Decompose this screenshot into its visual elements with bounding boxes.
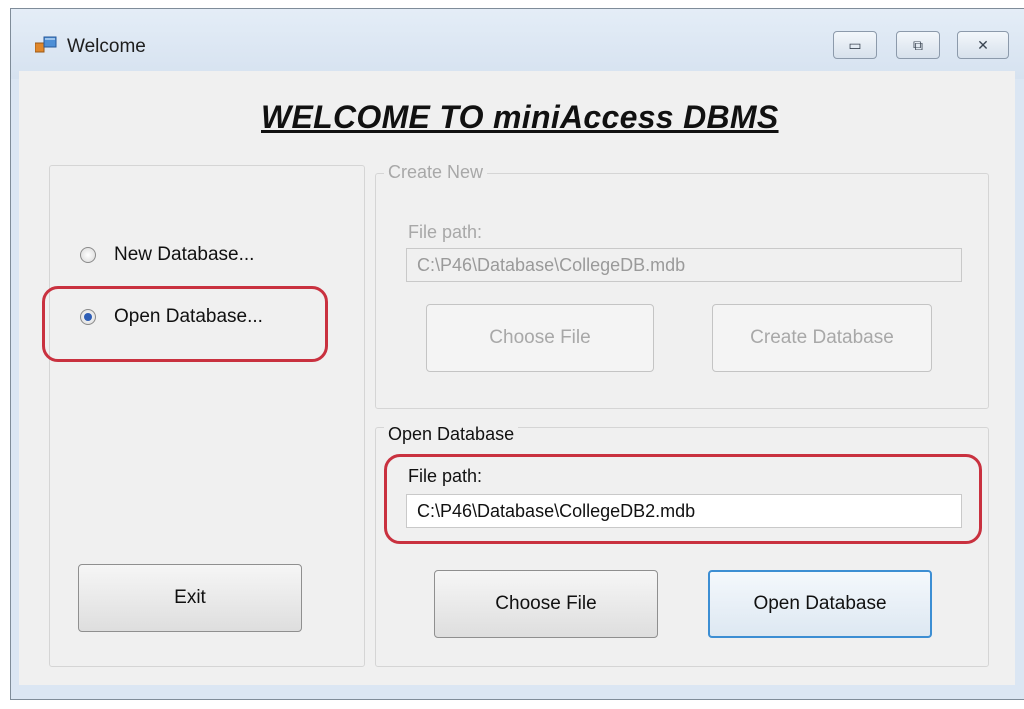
create-database-label: Create Database xyxy=(750,327,894,348)
open-database-group: Open Database File path: Choose File Ope… xyxy=(375,424,989,667)
create-file-path-label: File path: xyxy=(408,222,483,242)
create-database-button[interactable]: Create Database xyxy=(712,304,932,372)
exit-button-label: Exit xyxy=(174,587,206,608)
exit-button[interactable]: Exit xyxy=(78,564,302,632)
minimize-icon: ▭ xyxy=(848,36,862,53)
open-database-legend: Open Database xyxy=(384,424,519,445)
maximize-button[interactable]: ⧉ xyxy=(896,31,940,59)
create-new-group: Create New File path: Choose File Create… xyxy=(375,162,989,409)
app-icon xyxy=(35,36,57,53)
open-database-button-label: Open Database xyxy=(753,593,887,614)
welcome-heading: WELCOME TO miniAccess DBMS xyxy=(261,99,779,135)
close-button[interactable]: ✕ xyxy=(957,31,1009,59)
open-database-radio[interactable]: Open Database... xyxy=(80,306,263,328)
radio-checked-icon[interactable] xyxy=(80,309,96,325)
open-database-button[interactable]: Open Database xyxy=(708,570,932,638)
new-database-radio[interactable]: New Database... xyxy=(80,244,254,266)
title-bar[interactable]: Welcome ▭ ⧉ ✕ xyxy=(11,9,1024,79)
open-choose-file-button[interactable]: Choose File xyxy=(434,570,658,638)
options-panel: New Database... Open Database... Exit xyxy=(42,165,365,667)
radio-unchecked-icon[interactable] xyxy=(80,247,96,263)
new-database-label[interactable]: New Database... xyxy=(114,244,254,266)
client-area: WELCOME TO miniAccess DBMS New Database.… xyxy=(19,71,1015,685)
close-icon: ✕ xyxy=(977,36,989,53)
create-choose-file-label: Choose File xyxy=(489,327,591,348)
restore-icon: ⧉ xyxy=(913,36,923,53)
open-file-path-input[interactable] xyxy=(406,494,962,528)
window-title: Welcome xyxy=(67,36,146,57)
minimize-button[interactable]: ▭ xyxy=(833,31,877,59)
create-choose-file-button[interactable]: Choose File xyxy=(426,304,654,372)
open-file-path-label: File path: xyxy=(408,466,483,486)
open-choose-file-label: Choose File xyxy=(495,593,597,614)
welcome-window: Welcome ▭ ⧉ ✕ WELCOME TO miniAccess DBMS… xyxy=(10,8,1024,700)
create-new-legend: Create New xyxy=(384,162,488,183)
open-database-label[interactable]: Open Database... xyxy=(114,306,263,328)
create-file-path-input[interactable] xyxy=(406,248,962,282)
